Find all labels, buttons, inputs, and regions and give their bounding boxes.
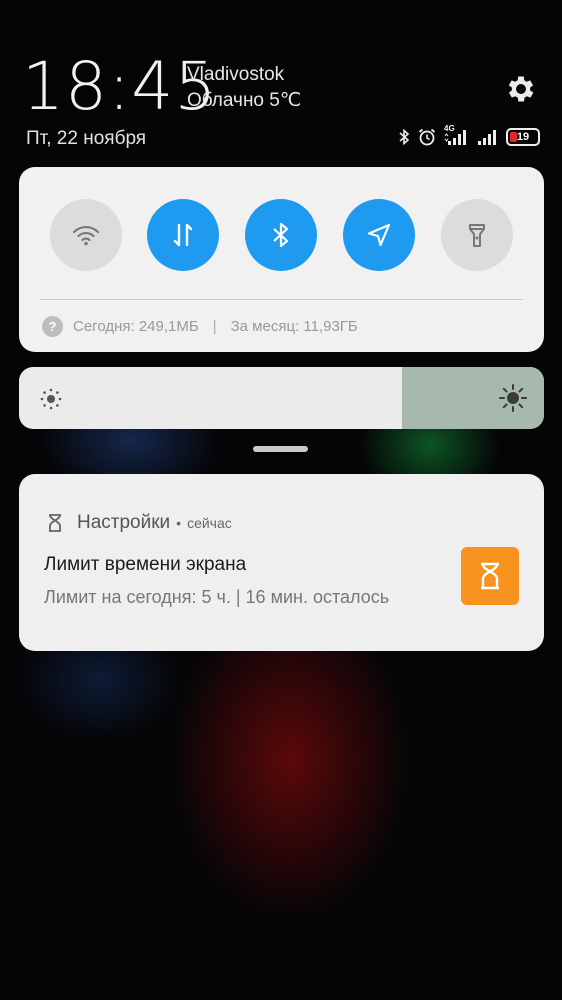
tile-wifi[interactable] [50,199,122,271]
data-usage-summary[interactable]: ? Сегодня: 249,1МБ | За месяц: 11,93ГБ [42,315,358,337]
notification-dot: • [176,515,182,531]
alarm-icon [417,127,437,147]
gear-icon[interactable] [504,72,538,106]
notification-text: Лимит на сегодня: 5 ч. | 16 мин. осталос… [44,587,390,607]
flashlight-icon [469,224,485,247]
notification-title: Лимит времени экрана [44,554,247,575]
status-icons: 4G 19 [398,124,540,148]
wifi-icon [72,225,100,246]
bluetooth-icon [273,222,289,248]
weather-condition: Облачно 5℃ [187,90,302,111]
notification-app-name: Настройки [77,512,171,533]
signal-4g-icon: 4G [444,124,470,146]
signal-icon [477,128,499,146]
weather-info[interactable]: Vladivostok Облачно 5℃ [187,62,301,114]
brightness-slider[interactable] [19,367,544,429]
tile-bluetooth[interactable] [245,199,317,271]
date-label[interactable]: Пт, 22 ноября [26,128,146,150]
notification-header: Настройки • сейчас [47,512,232,534]
quick-settings-panel: ? Сегодня: 249,1МБ | За месяц: 11,93ГБ [19,167,544,352]
tile-location[interactable] [343,199,415,271]
usage-month: За месяц: 11,93ГБ [230,317,358,335]
location-arrow-icon [367,223,391,247]
brightness-low-icon [40,388,62,410]
hourglass-icon [461,547,519,605]
tile-flashlight[interactable] [441,199,513,271]
panel-drag-handle[interactable] [253,446,308,452]
usage-today: Сегодня: 249,1МБ [73,317,199,335]
battery-level: 19 [516,131,530,143]
help-icon: ? [42,315,63,337]
tile-mobile-data[interactable] [147,199,219,271]
notification-time: сейчас [187,515,232,531]
hourglass-small-icon [49,514,61,532]
panel-divider [40,299,523,300]
notification-card[interactable]: Настройки • сейчас Лимит времени экрана … [19,474,544,651]
battery-indicator: 19 [506,128,540,146]
usage-separator: | [212,317,217,335]
data-arrows-icon [173,223,193,247]
weather-city: Vladivostok [187,64,285,85]
brightness-high-icon [499,384,527,412]
bluetooth-status-icon [398,128,410,146]
